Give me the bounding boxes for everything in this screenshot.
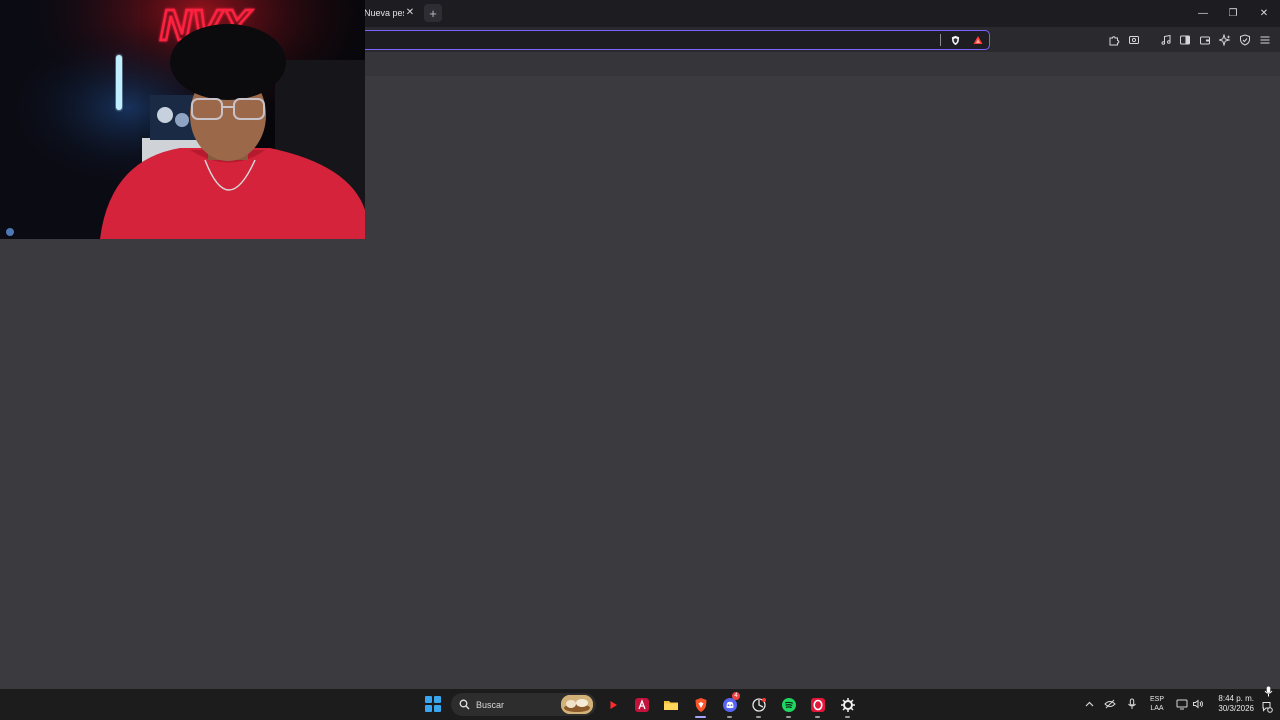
language-code: ESP (1149, 696, 1164, 703)
discord-icon[interactable]: 4 (719, 692, 740, 718)
youtube-music-icon[interactable] (602, 694, 623, 715)
restore-button[interactable]: ❐ (1223, 4, 1243, 22)
system-clock[interactable]: 8:44 p. m. 30/3/2026 (1210, 694, 1254, 714)
media-icon[interactable] (1158, 32, 1174, 48)
discord-notification-badge: 4 (732, 692, 740, 700)
chevron-up-icon[interactable] (1082, 697, 1096, 711)
eye-off-icon[interactable] (1103, 697, 1117, 711)
steelseries-icon[interactable] (837, 694, 858, 718)
tab-title: Nueva pestaña (364, 8, 404, 18)
minimize-button[interactable]: — (1193, 4, 1213, 22)
webcam-feed: NVX (0, 0, 365, 239)
clock-time: 8:44 p. m. (1218, 694, 1254, 703)
running-app-indicator (727, 716, 732, 718)
running-app-indicator (786, 716, 791, 718)
leo-ai-icon[interactable] (1217, 32, 1233, 48)
file-explorer-icon[interactable] (660, 694, 681, 715)
input-language[interactable]: ESP LAA (1147, 695, 1167, 713)
address-separator (940, 34, 941, 46)
affinity-icon[interactable] (631, 694, 652, 715)
chatgpt-icon[interactable] (748, 694, 769, 718)
network-icon[interactable] (1175, 697, 1189, 711)
address-input[interactable] (347, 32, 927, 47)
search-label: Buscar (476, 699, 505, 710)
brave-icon[interactable] (690, 694, 711, 718)
wallet-icon[interactable] (1197, 32, 1213, 48)
mic-in-use-icon (1262, 685, 1274, 697)
screenshot-icon[interactable] (1126, 32, 1142, 48)
active-app-indicator (695, 716, 706, 718)
keyboard-layout: LAA (1150, 705, 1164, 712)
spotify-icon[interactable] (778, 694, 799, 718)
address-bar[interactable] (340, 30, 990, 50)
taskbar: Buscar 4 ESP LAA 8:44 p. m. 30/3/2026 (0, 686, 1280, 720)
extensions-icon[interactable] (1106, 32, 1122, 48)
new-tab-button[interactable]: + (424, 4, 442, 22)
volume-icon[interactable] (1191, 697, 1205, 711)
running-app-indicator (815, 716, 820, 718)
search-icon (458, 699, 470, 711)
running-app-indicator (845, 716, 850, 718)
menu-icon[interactable] (1257, 32, 1273, 48)
start-button[interactable] (425, 696, 441, 712)
opera-gx-icon[interactable] (807, 694, 828, 718)
notifications-icon[interactable] (1260, 700, 1274, 714)
search-highlight-image (561, 695, 593, 714)
webcam-overlay: NVX (0, 0, 365, 239)
sidebar-icon[interactable] (1177, 32, 1193, 48)
vpn-icon[interactable] (1237, 32, 1253, 48)
tab-close-icon[interactable]: ✕ (403, 6, 417, 20)
tab-new-tab[interactable]: Nueva pestaña ✕ (358, 3, 418, 23)
microphone-icon[interactable] (1125, 697, 1139, 711)
running-app-indicator (756, 716, 761, 718)
brave-rewards-icon[interactable] (971, 33, 985, 47)
brave-shields-icon[interactable] (948, 33, 962, 47)
taskbar-search[interactable]: Buscar (451, 693, 596, 716)
close-window-button[interactable]: ✕ (1254, 4, 1274, 22)
clock-date: 30/3/2026 (1218, 704, 1254, 713)
